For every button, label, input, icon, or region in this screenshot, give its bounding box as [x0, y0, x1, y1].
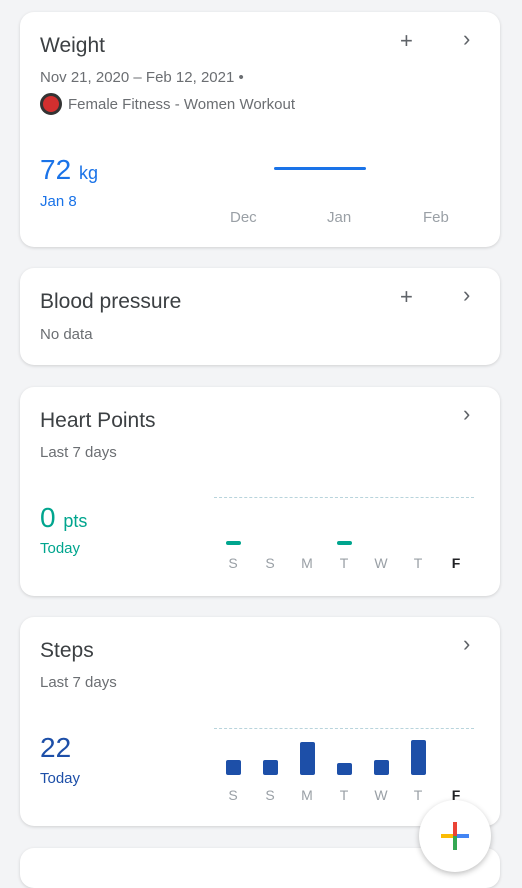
steps-card[interactable]: Steps › Last 7 days 22 Today SSMTWTF [20, 617, 500, 826]
day-label: S [265, 787, 275, 803]
weight-date-range: Nov 21, 2020 – Feb 12, 2021 • [40, 69, 244, 86]
goal-line [214, 728, 474, 729]
hp-unit: pts [63, 511, 88, 531]
steps-bar [300, 742, 315, 775]
day-label: F [451, 555, 461, 571]
day-label: S [265, 555, 275, 571]
steps-bar [374, 760, 389, 775]
day-label: T [413, 787, 423, 803]
day-label: M [301, 787, 313, 803]
steps-value: 22 [40, 732, 72, 763]
steps-bar [263, 760, 278, 775]
month-label: Feb [423, 209, 449, 226]
weight-date: Jan 8 [40, 193, 77, 210]
day-label: W [374, 787, 388, 803]
bp-title: Blood pressure [40, 290, 182, 313]
hp-period: Last 7 days [40, 444, 117, 461]
day-label: T [339, 555, 349, 571]
hp-date: Today [40, 540, 81, 557]
add-icon[interactable]: + [400, 28, 413, 54]
weight-source: Female Fitness - Women Workout [68, 96, 296, 113]
heart-points-mark [226, 541, 241, 545]
weight-title: Weight [40, 34, 105, 57]
month-label: Jan [327, 209, 352, 226]
day-label: T [339, 787, 349, 803]
weight-card[interactable]: Weight + › Nov 21, 2020 – Feb 12, 2021 •… [20, 12, 500, 247]
add-icon[interactable]: + [400, 284, 413, 310]
steps-title: Steps [40, 639, 94, 662]
steps-bar [226, 760, 241, 775]
weight-unit: kg [78, 163, 98, 183]
chevron-right-icon[interactable]: › [463, 26, 470, 52]
day-label: S [228, 787, 238, 803]
blood-pressure-card[interactable]: Blood pressure + › No data [20, 268, 500, 365]
steps-period: Last 7 days [40, 674, 117, 691]
steps-date: Today [40, 770, 81, 787]
steps-bar [337, 763, 352, 775]
chevron-right-icon[interactable]: › [463, 631, 470, 657]
steps-bar [411, 740, 426, 775]
goal-line [214, 497, 474, 498]
heart-points-mark [337, 541, 352, 545]
hp-value: 0 [40, 502, 56, 533]
chevron-right-icon[interactable]: › [463, 282, 470, 308]
heart-points-card[interactable]: Heart Points › Last 7 days 0 pts Today S… [20, 387, 500, 596]
weight-value: 72 [40, 154, 72, 185]
chevron-right-icon[interactable]: › [463, 401, 470, 427]
day-label: S [228, 555, 238, 571]
weight-line [274, 167, 366, 170]
add-fab-button[interactable] [419, 800, 491, 872]
app-logo-icon [40, 93, 62, 115]
day-label: W [374, 555, 388, 571]
bp-status: No data [40, 326, 93, 343]
month-label: Dec [230, 209, 257, 226]
day-label: M [301, 555, 313, 571]
day-label: T [413, 555, 423, 571]
hp-title: Heart Points [40, 409, 156, 432]
